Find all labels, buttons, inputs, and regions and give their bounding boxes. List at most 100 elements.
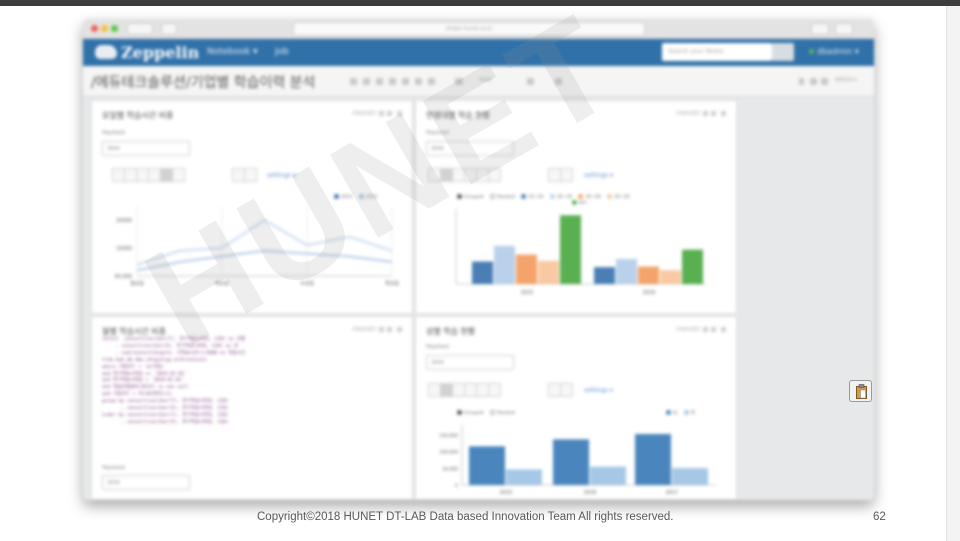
legend-label[interactable]: 2016	[366, 195, 377, 200]
hide-icon[interactable]	[387, 327, 392, 332]
nav-job[interactable]: Job	[275, 47, 289, 57]
settings-toggle[interactable]: settings ▾	[584, 172, 613, 179]
bar	[660, 270, 681, 284]
url-bar[interactable]: zhidari.hunet.co.kr	[293, 22, 645, 36]
paragraph-title: 연령대별 학습 현황	[426, 111, 490, 120]
interpreter-icon[interactable]	[810, 78, 817, 85]
nav-notebook[interactable]: Notebook ▾	[207, 47, 258, 57]
run-icon[interactable]	[703, 111, 708, 116]
series-line	[136, 249, 393, 272]
clipboard-button[interactable]	[849, 380, 872, 402]
legend-label[interactable]: 여	[691, 411, 695, 416]
notebook-title[interactable]: /에듀테크솔루션/기업별 학습이력 분석	[91, 72, 315, 92]
chart-legend: 2015 2016	[329, 194, 377, 200]
app-logo[interactable]: Zeppelin	[121, 43, 199, 62]
code-line: from bak_db.dbo.zhigunlog with(nolock)	[102, 357, 208, 363]
permissions-icon[interactable]	[821, 78, 828, 85]
clear-output-icon[interactable]	[389, 78, 396, 85]
legend-label[interactable]: 50~59	[614, 195, 629, 200]
bar	[594, 267, 615, 284]
settings-toggle[interactable]: settings ▾	[584, 387, 613, 394]
dropdown-icon[interactable]	[560, 383, 573, 397]
chart-type-toolbar	[112, 168, 185, 182]
stacked-option[interactable]: Stacked	[497, 195, 515, 200]
close-dot-icon[interactable]	[91, 25, 98, 32]
code-line: , convert(varchar(4), 연구학습시작일, 120)	[102, 406, 229, 412]
legend-label[interactable]: 30~39	[557, 195, 572, 200]
delete-icon[interactable]	[527, 78, 534, 85]
commit-icon[interactable]	[455, 78, 463, 85]
show-code-icon[interactable]	[363, 78, 370, 85]
gear-icon[interactable]	[721, 111, 726, 116]
legend-label[interactable]: 40~49	[585, 195, 600, 200]
mode-selector[interactable]: default ▾	[835, 77, 857, 83]
run-all-icon[interactable]	[350, 78, 357, 85]
run-icon[interactable]	[379, 327, 384, 332]
legend-dot	[572, 200, 577, 205]
bar	[538, 260, 559, 284]
scatter-chart-icon[interactable]	[172, 168, 185, 182]
grouped-option[interactable]: Grouped	[464, 411, 483, 416]
user-menu[interactable]: dbadmin ▾	[809, 47, 859, 56]
x-tick-label: 2017	[666, 490, 679, 496]
share-button[interactable]	[811, 23, 829, 35]
legend-label[interactable]: 20~29	[528, 195, 543, 200]
download-toolbar	[548, 168, 573, 182]
sidebar-button[interactable]	[161, 23, 177, 35]
stacked-option[interactable]: Stacked	[497, 411, 515, 416]
company-input[interactable]: 3004	[426, 355, 514, 370]
minimize-dot-icon[interactable]	[101, 25, 108, 32]
search-icon[interactable]	[772, 43, 794, 61]
bar	[560, 215, 581, 284]
shortcut-icon[interactable]	[799, 78, 804, 85]
run-icon[interactable]	[379, 111, 384, 116]
export-icon[interactable]	[415, 78, 422, 85]
company-input[interactable]: 3004	[102, 141, 190, 156]
legend-label[interactable]: 2015	[341, 195, 352, 200]
input-label: Haystack	[426, 344, 450, 350]
gear-icon[interactable]	[397, 111, 402, 116]
show-output-icon[interactable]	[376, 78, 383, 85]
scatter-chart-icon[interactable]	[488, 383, 501, 397]
legend-dot	[683, 410, 689, 415]
x-tick-label: 2016	[643, 290, 656, 296]
dropdown-icon[interactable]	[560, 168, 573, 182]
gear-icon[interactable]	[721, 327, 726, 332]
scatter-chart-icon[interactable]	[488, 168, 501, 182]
legend-label[interactable]: 남	[673, 411, 677, 416]
company-input[interactable]: 3004	[102, 475, 190, 490]
back-forward-button[interactable]	[127, 23, 153, 35]
hide-icon[interactable]	[711, 327, 716, 332]
browser-window: zhidari.hunet.co.kr Zeppelin Notebook ▾ …	[83, 19, 874, 500]
run-icon[interactable]	[703, 327, 708, 332]
bar	[616, 259, 637, 284]
chart-type-toolbar	[428, 383, 501, 397]
dropdown-icon[interactable]	[244, 168, 257, 182]
version-icon[interactable]	[428, 78, 435, 85]
paragraph-monthly: 월별 학습시간 비중 FINISHED select convert(varch…	[91, 316, 413, 500]
chart-legend: Grouped Stacked	[452, 410, 515, 416]
hide-icon[interactable]	[387, 111, 392, 116]
clone-icon[interactable]	[402, 78, 409, 85]
download-toolbar	[232, 168, 257, 182]
search-input[interactable]: Search your Notes	[662, 43, 772, 61]
settings-toggle[interactable]: settings ▾	[267, 172, 296, 179]
y-tick-label: 50,000	[442, 466, 458, 472]
sql-editor[interactable]: select convert(varchar(7), 연구학습시작일, 120)…	[102, 337, 317, 427]
bar	[553, 439, 589, 485]
maximize-dot-icon[interactable]	[111, 25, 118, 32]
paragraph-status: FINISHED	[352, 327, 376, 333]
hide-icon[interactable]	[711, 111, 716, 116]
company-input[interactable]: 3004	[426, 141, 514, 156]
legend-label[interactable]: 60~	[579, 201, 589, 206]
head-selector[interactable]: head	[479, 77, 491, 83]
scheduler-icon[interactable]	[555, 78, 562, 85]
gear-icon[interactable]	[397, 327, 402, 332]
tabs-button[interactable]	[835, 23, 853, 35]
series-legend: 남 여	[661, 410, 695, 416]
code-line: order by convert(varchar(7), 연구학습시작일, 12…	[102, 412, 229, 418]
grouped-option[interactable]: Grouped	[464, 195, 483, 200]
input-label: Haystack	[426, 130, 450, 136]
chart-type-toolbar	[428, 168, 501, 182]
line-chart: 20000 10000 00,000월요일 화요일 수요일 목요일	[115, 206, 399, 287]
